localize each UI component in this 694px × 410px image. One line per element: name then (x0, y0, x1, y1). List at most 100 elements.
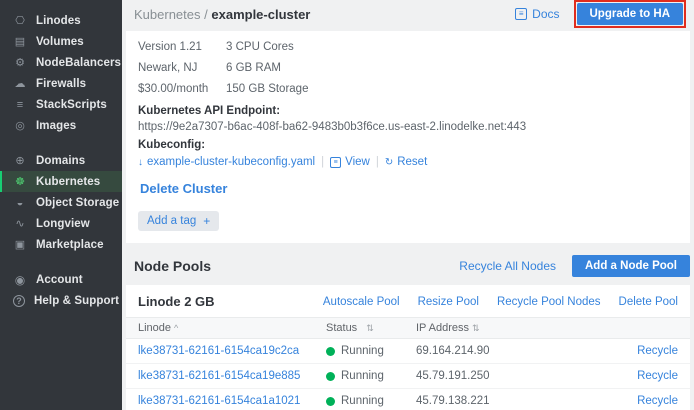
docs-icon: ≡ (515, 8, 527, 20)
table-row: lke38731-62161-6154ca19e885 Running 45.7… (126, 364, 690, 389)
sidebar-item-label: Linodes (36, 15, 81, 27)
sidebar-item-label: Firewalls (36, 78, 86, 90)
cluster-summary-card: Version 1.21 3 CPU Cores Newark, NJ 6 GB… (126, 31, 690, 243)
kubeconfig-actions: ↓ example-cluster-kubeconfig.yaml | ≡ Vi… (138, 156, 678, 168)
column-label: Status (326, 322, 357, 334)
sidebar-item-account[interactable]: ◉ Account (0, 269, 122, 290)
sidebar-item-nodebalancers[interactable]: ⚙ NodeBalancers (0, 52, 122, 73)
column-label: IP Address (416, 322, 469, 334)
column-label: Linode (138, 322, 171, 334)
node-pools-header: Node Pools Recycle All Nodes Add a Node … (126, 255, 690, 277)
column-header-status[interactable]: Status ⇅ (326, 322, 416, 334)
domains-icon: ⊕ (13, 154, 27, 168)
recycle-pool-nodes-link[interactable]: Recycle Pool Nodes (497, 296, 601, 308)
sidebar-group-services: ⊕ Domains ☸ Kubernetes ◒ Object Storage … (0, 150, 122, 255)
sort-ascending-icon[interactable]: ^ (174, 323, 178, 333)
marketplace-icon: ▣ (13, 238, 27, 252)
page-header: Kubernetes / example-cluster ≡ Docs Upgr… (122, 0, 694, 28)
help-icon: ? (13, 295, 25, 307)
status-label: Running (341, 370, 384, 382)
autoscale-pool-link[interactable]: Autoscale Pool (323, 296, 400, 308)
sidebar-group-misc: ◉ Account ? Help & Support (0, 269, 122, 311)
sidebar-item-volumes[interactable]: ▤ Volumes (0, 31, 122, 52)
sidebar-item-label: NodeBalancers (36, 57, 121, 69)
firewalls-icon: ☁ (13, 77, 27, 91)
recycle-link[interactable]: Recycle (637, 345, 690, 357)
api-endpoint-url: https://9e2a7307-b6ac-408f-ba62-9483b0b3… (138, 121, 678, 133)
sidebar-item-label: Object Storage (36, 197, 119, 209)
sort-icon[interactable]: ⇅ (472, 323, 480, 333)
node-pools-title: Node Pools (134, 258, 211, 274)
kubeconfig-download-link[interactable]: ↓ example-cluster-kubeconfig.yaml (138, 156, 315, 168)
kubeconfig-reset-link[interactable]: ↻ Reset (385, 156, 427, 168)
status-running-icon (326, 372, 335, 381)
annotation-highlight: Upgrade to HA (574, 0, 687, 28)
sidebar: ⎔ Linodes ▤ Volumes ⚙ NodeBalancers ☁ Fi… (0, 0, 122, 410)
docs-label: Docs (532, 7, 559, 21)
breadcrumb-separator: / (204, 7, 208, 22)
upgrade-to-ha-button[interactable]: Upgrade to HA (577, 3, 684, 25)
sidebar-item-label: Volumes (36, 36, 84, 48)
sidebar-item-stackscripts[interactable]: ≡ StackScripts (0, 94, 122, 115)
kubeconfig-filename: example-cluster-kubeconfig.yaml (147, 156, 315, 168)
node-link[interactable]: lke38731-62161-6154ca19c2ca (126, 345, 326, 357)
table-row: lke38731-62161-6154ca19c2ca Running 69.1… (126, 339, 690, 364)
stackscripts-icon: ≡ (13, 98, 27, 112)
spec-region: Newark, NJ (138, 62, 226, 74)
app-window: ⎔ Linodes ▤ Volumes ⚙ NodeBalancers ☁ Fi… (0, 0, 694, 410)
delete-cluster-button[interactable]: Delete Cluster (140, 181, 227, 196)
recycle-all-nodes-link[interactable]: Recycle All Nodes (459, 259, 556, 273)
breadcrumb: Kubernetes / example-cluster (134, 7, 310, 22)
node-link[interactable]: lke38731-62161-6154ca1a1021 (126, 395, 326, 407)
divider: | (376, 156, 379, 168)
sidebar-item-marketplace[interactable]: ▣ Marketplace (0, 234, 122, 255)
sidebar-item-linodes[interactable]: ⎔ Linodes (0, 10, 122, 31)
kubeconfig-view-link[interactable]: ≡ View (330, 156, 370, 168)
sidebar-item-object-storage[interactable]: ◒ Object Storage (0, 192, 122, 213)
recycle-link[interactable]: Recycle (637, 395, 690, 407)
status-running-icon (326, 397, 335, 406)
main-content: Kubernetes / example-cluster ≡ Docs Upgr… (122, 0, 694, 410)
cluster-specs: Version 1.21 3 CPU Cores Newark, NJ 6 GB… (138, 41, 678, 95)
kubeconfig-label: Kubeconfig: (138, 139, 678, 151)
ip-address-cell: 45.79.138.221 (416, 395, 566, 407)
status-label: Running (341, 345, 384, 357)
sidebar-item-domains[interactable]: ⊕ Domains (0, 150, 122, 171)
sidebar-item-help-support[interactable]: ? Help & Support (0, 290, 122, 311)
recycle-link[interactable]: Recycle (637, 370, 690, 382)
status-running-icon (326, 347, 335, 356)
add-tag-button[interactable]: Add a tag + (138, 211, 219, 231)
column-header-ip-address[interactable]: IP Address⇅ (416, 322, 566, 334)
divider: | (321, 156, 324, 168)
status-label: Running (341, 395, 384, 407)
plus-icon: + (203, 214, 210, 228)
linodes-icon: ⎔ (13, 14, 27, 28)
reset-icon: ↻ (385, 157, 393, 168)
breadcrumb-section[interactable]: Kubernetes (134, 7, 201, 22)
pool-action-links: Autoscale Pool Resize Pool Recycle Pool … (323, 296, 678, 308)
spec-price: $30.00/month (138, 83, 226, 95)
node-link[interactable]: lke38731-62161-6154ca19e885 (126, 370, 326, 382)
table-row: lke38731-62161-6154ca1a1021 Running 45.7… (126, 389, 690, 410)
sidebar-item-label: Kubernetes (36, 176, 100, 188)
sidebar-item-images[interactable]: ◎ Images (0, 115, 122, 136)
sidebar-item-firewalls[interactable]: ☁ Firewalls (0, 73, 122, 94)
sidebar-item-label: Account (36, 274, 83, 286)
sidebar-item-longview[interactable]: ∿ Longview (0, 213, 122, 234)
add-node-pool-button[interactable]: Add a Node Pool (572, 255, 690, 277)
longview-icon: ∿ (13, 217, 27, 231)
docs-link[interactable]: ≡ Docs (515, 7, 559, 21)
breadcrumb-current: example-cluster (211, 7, 310, 22)
view-label: View (345, 156, 370, 168)
account-icon: ◉ (13, 273, 27, 287)
kubernetes-icon: ☸ (13, 175, 27, 189)
volumes-icon: ▤ (13, 35, 27, 49)
resize-pool-link[interactable]: Resize Pool (418, 296, 479, 308)
delete-pool-link[interactable]: Delete Pool (619, 296, 678, 308)
column-header-linode[interactable]: Linode^ (126, 322, 326, 334)
sidebar-item-label: Longview (36, 218, 90, 230)
sidebar-item-kubernetes[interactable]: ☸ Kubernetes (0, 171, 122, 192)
status-cell: Running (326, 395, 416, 407)
sort-icon[interactable]: ⇅ (366, 323, 374, 334)
add-tag-label: Add a tag (147, 215, 196, 227)
